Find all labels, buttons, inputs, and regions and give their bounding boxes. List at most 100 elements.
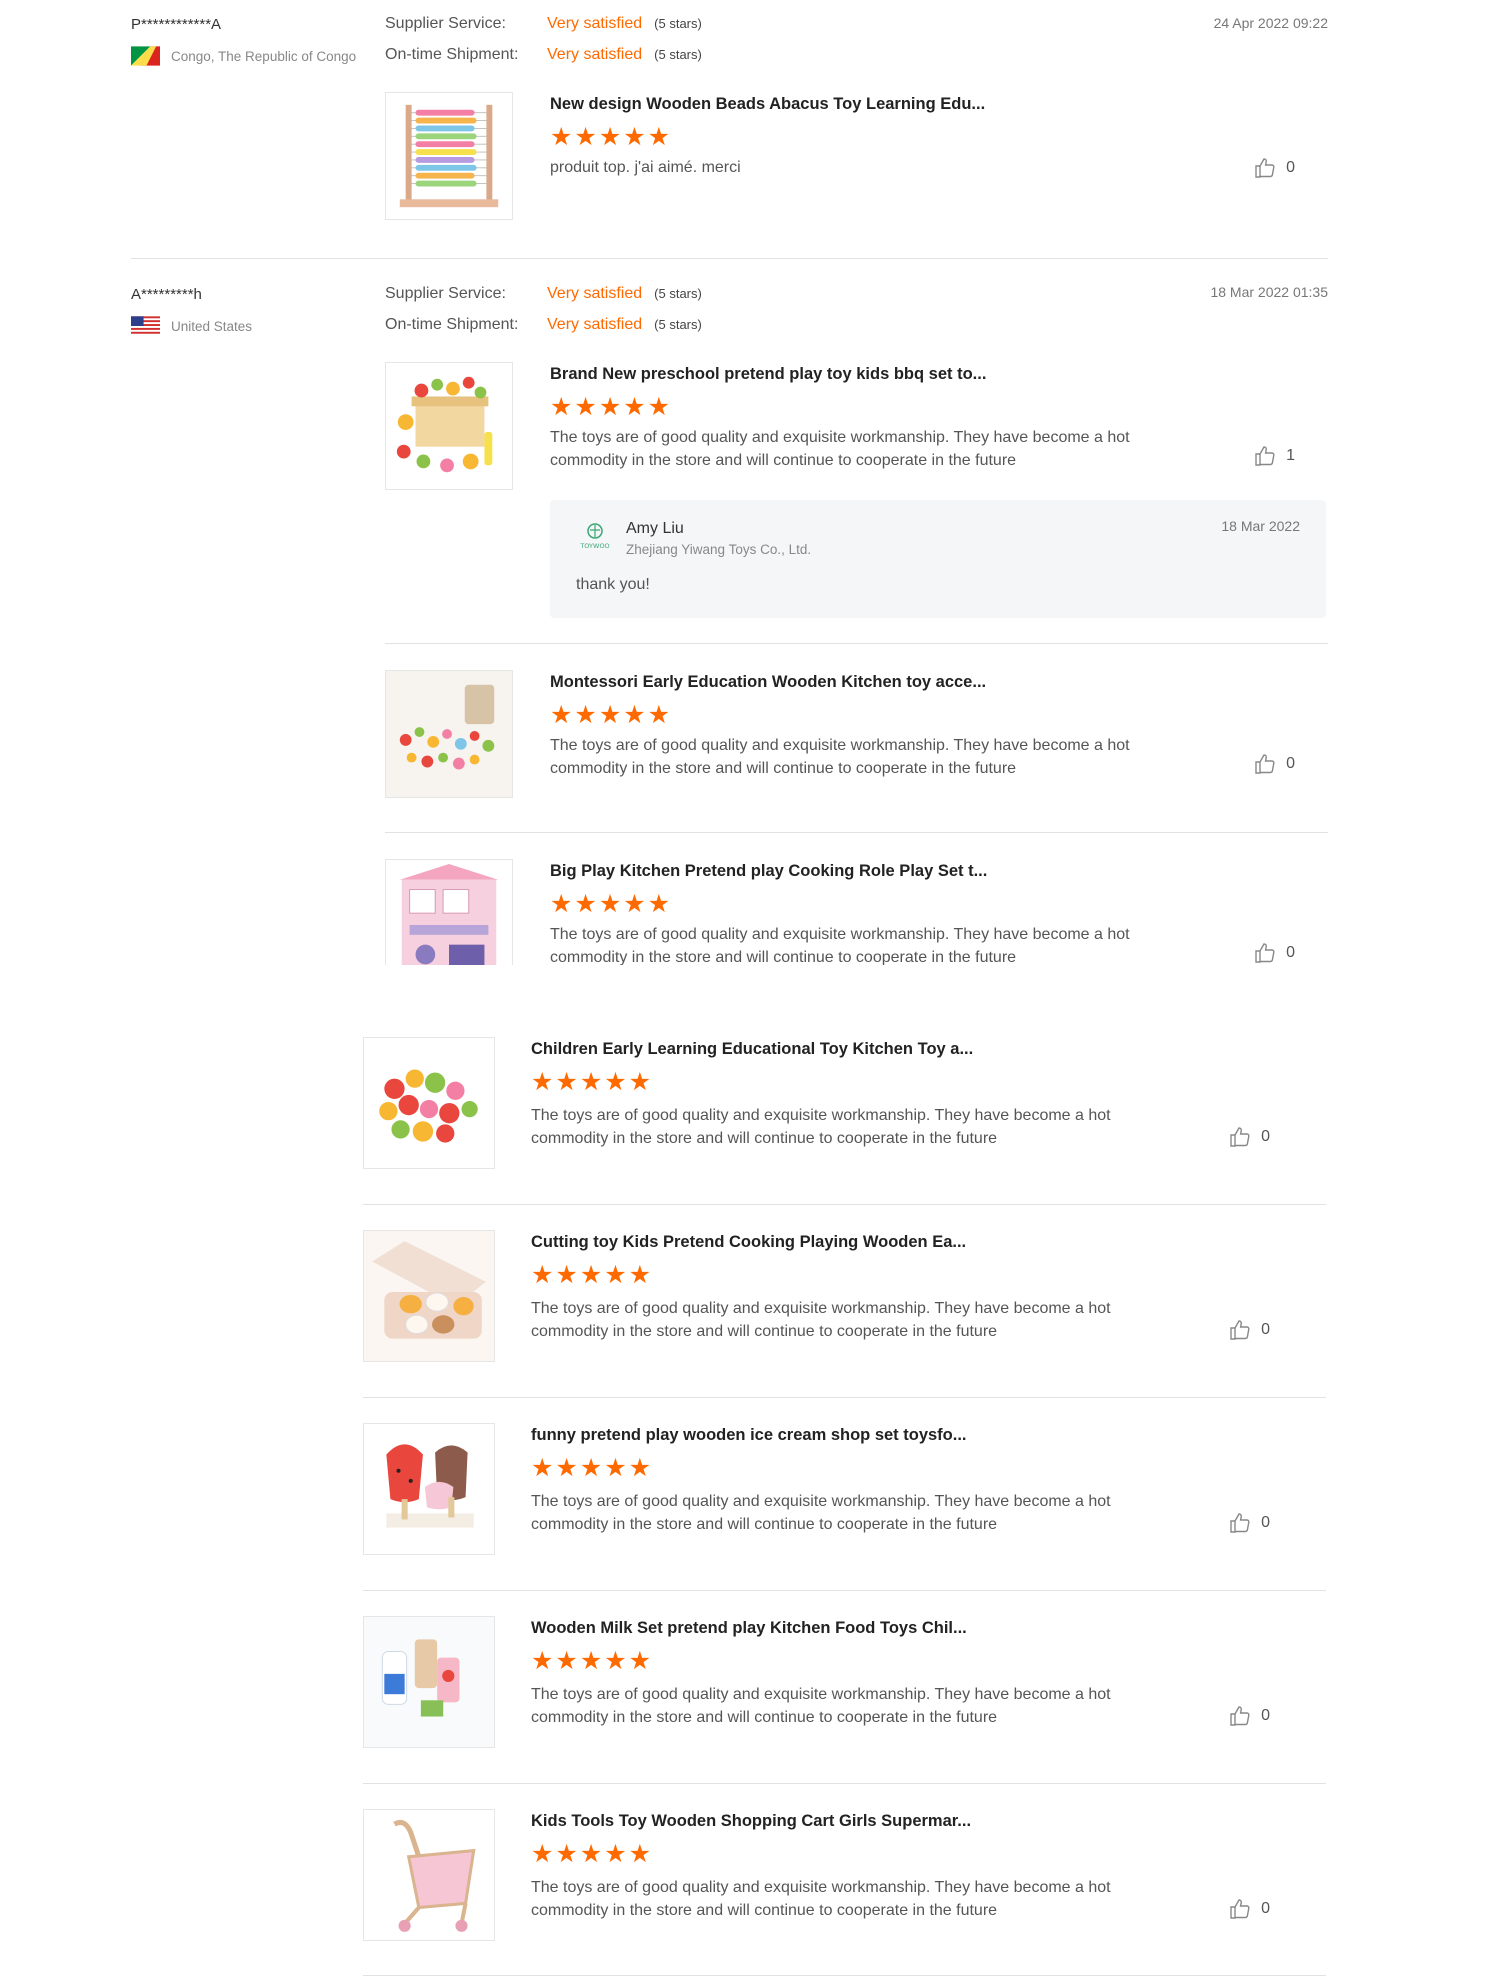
review-date: 24 Apr 2022 09:22 (1213, 15, 1328, 31)
shipment-stars: (5 stars) (654, 47, 702, 62)
shipment-rating: Very satisfied (5 stars) (547, 316, 702, 334)
product-thumbnail[interactable] (363, 1809, 495, 1941)
thumbs-up-icon (1230, 1320, 1250, 1340)
thumbs-up-icon (1255, 754, 1275, 774)
item-divider (363, 1397, 1326, 1398)
product-title[interactable]: funny pretend play wooden ice cream shop… (531, 1426, 967, 1445)
supplier-service-rating: Very satisfied (5 stars) (547, 15, 702, 33)
product-title[interactable]: Children Early Learning Educational Toy … (531, 1040, 973, 1059)
star-icon: ★★★★★ (531, 1261, 654, 1289)
buyer-country: Congo, The Republic of Congo (131, 46, 356, 66)
like-button[interactable]: 0 (1228, 1704, 1270, 1728)
like-button[interactable]: 0 (1253, 156, 1295, 180)
review-comment: The toys are of good quality and exquisi… (550, 429, 1130, 469)
country-name: United States (171, 318, 253, 334)
star-rating: ★★★★★ (550, 122, 672, 152)
shopping-cart-image (393, 1819, 476, 1932)
product-thumbnail[interactable] (385, 670, 513, 798)
product-title[interactable]: Kids Tools Toy Wooden Shopping Cart Girl… (531, 1812, 971, 1831)
product-title[interactable]: Cutting toy Kids Pretend Cooking Playing… (531, 1233, 966, 1252)
thumbs-up-icon (1230, 1127, 1250, 1147)
bbq-set-image (396, 376, 493, 473)
like-button[interactable]: 0 (1253, 752, 1295, 776)
product-title[interactable]: Wooden Milk Set pretend play Kitchen Foo… (531, 1619, 967, 1638)
item-divider (363, 1590, 1326, 1591)
product-thumbnail[interactable] (363, 1037, 495, 1169)
ice-cream-image (386, 1444, 474, 1528)
like-count: 0 (1286, 755, 1295, 772)
like-button[interactable]: 0 (1228, 1511, 1270, 1535)
like-button[interactable]: 0 (1228, 1125, 1270, 1149)
svg-text:TOYWOO: TOYWOO (579, 542, 609, 550)
congo-flag-icon (131, 46, 160, 66)
reply-text: thank you! (576, 576, 650, 593)
supplier-service-value: Very satisfied (547, 15, 643, 32)
star-rating: ★★★★★ (550, 889, 672, 919)
item-divider (363, 1783, 1326, 1784)
shipment-value: Very satisfied (547, 316, 643, 333)
kitchen-food-image (379, 1069, 478, 1143)
product-thumbnail[interactable] (385, 859, 513, 965)
shipment-stars: (5 stars) (654, 317, 702, 332)
review-comment: The toys are of good quality and exquisi… (531, 1686, 1111, 1726)
like-count: 0 (1261, 1321, 1270, 1338)
star-rating: ★★★★★ (531, 1839, 653, 1869)
product-thumbnail[interactable] (363, 1616, 495, 1748)
thumbs-up-icon (1230, 1513, 1250, 1533)
product-title[interactable]: Big Play Kitchen Pretend play Cooking Ro… (550, 862, 987, 881)
item-divider (385, 832, 1328, 833)
like-button[interactable]: 0 (1253, 941, 1295, 965)
like-button[interactable]: 0 (1228, 1318, 1270, 1342)
like-count: 0 (1286, 944, 1295, 961)
buyer-name: P************A (131, 16, 222, 33)
reply-date: 18 Mar 2022 (1221, 518, 1300, 534)
product-thumbnail[interactable] (363, 1230, 495, 1362)
star-rating: ★★★★★ (550, 700, 672, 730)
review-comment: The toys are of good quality and exquisi… (531, 1300, 1111, 1340)
product-thumbnail[interactable] (385, 92, 513, 220)
play-kitchen-image (399, 863, 499, 965)
star-rating: ★★★★★ (531, 1453, 653, 1483)
like-count: 0 (1261, 1128, 1270, 1145)
shipment-rating: Very satisfied (5 stars) (547, 46, 702, 64)
like-count: 0 (1286, 159, 1295, 176)
buyer-name: A*********h (131, 286, 202, 303)
product-thumbnail[interactable] (385, 362, 513, 490)
kitchen-accessories-image (386, 671, 512, 797)
reply-author-name: Amy Liu (626, 520, 684, 537)
review-comment: The toys are of good quality and exquisi… (550, 737, 1130, 777)
product-thumbnail[interactable] (363, 1423, 495, 1555)
star-icon: ★★★★★ (531, 1647, 654, 1675)
like-count: 0 (1261, 1707, 1270, 1724)
like-button[interactable]: 0 (1228, 1897, 1270, 1921)
thumbs-up-icon (1255, 446, 1275, 466)
thumbs-up-icon (1230, 1899, 1250, 1919)
egg-carton-image (364, 1231, 494, 1361)
like-button[interactable]: 1 (1253, 444, 1295, 468)
review-comment: The toys are of good quality and exquisi… (550, 926, 1130, 965)
buyer-country: United States (131, 316, 252, 336)
star-rating: ★★★★★ (531, 1260, 653, 1290)
supplier-service-label: Supplier Service: (385, 285, 506, 302)
shipment-value: Very satisfied (547, 46, 643, 63)
thumbs-up-icon (1255, 158, 1275, 178)
product-title[interactable]: Brand New preschool pretend play toy kid… (550, 365, 986, 384)
supplier-service-rating: Very satisfied (5 stars) (547, 285, 702, 303)
star-icon: ★★★★★ (531, 1454, 654, 1482)
like-count: 0 (1261, 1514, 1270, 1531)
supplier-reply: TOYWOO Amy Liu Zhejiang Yiwang Toys Co.,… (550, 500, 1326, 618)
shipment-label: On-time Shipment: (385, 46, 519, 63)
star-icon: ★★★★★ (550, 393, 673, 421)
review-comment: The toys are of good quality and exquisi… (531, 1493, 1111, 1533)
product-title[interactable]: New design Wooden Beads Abacus Toy Learn… (550, 95, 985, 114)
thumbs-up-icon (1255, 943, 1275, 963)
review-comment: produit top. j'ai aimé. merci (550, 159, 741, 176)
milk-set-image (364, 1617, 494, 1747)
product-title[interactable]: Montessori Early Education Wooden Kitche… (550, 673, 986, 692)
star-rating: ★★★★★ (531, 1646, 653, 1676)
abacus-image (399, 104, 499, 208)
star-rating: ★★★★★ (531, 1067, 653, 1097)
us-flag-icon (131, 316, 160, 336)
like-count: 0 (1261, 1900, 1270, 1917)
review-comment: The toys are of good quality and exquisi… (531, 1879, 1111, 1919)
